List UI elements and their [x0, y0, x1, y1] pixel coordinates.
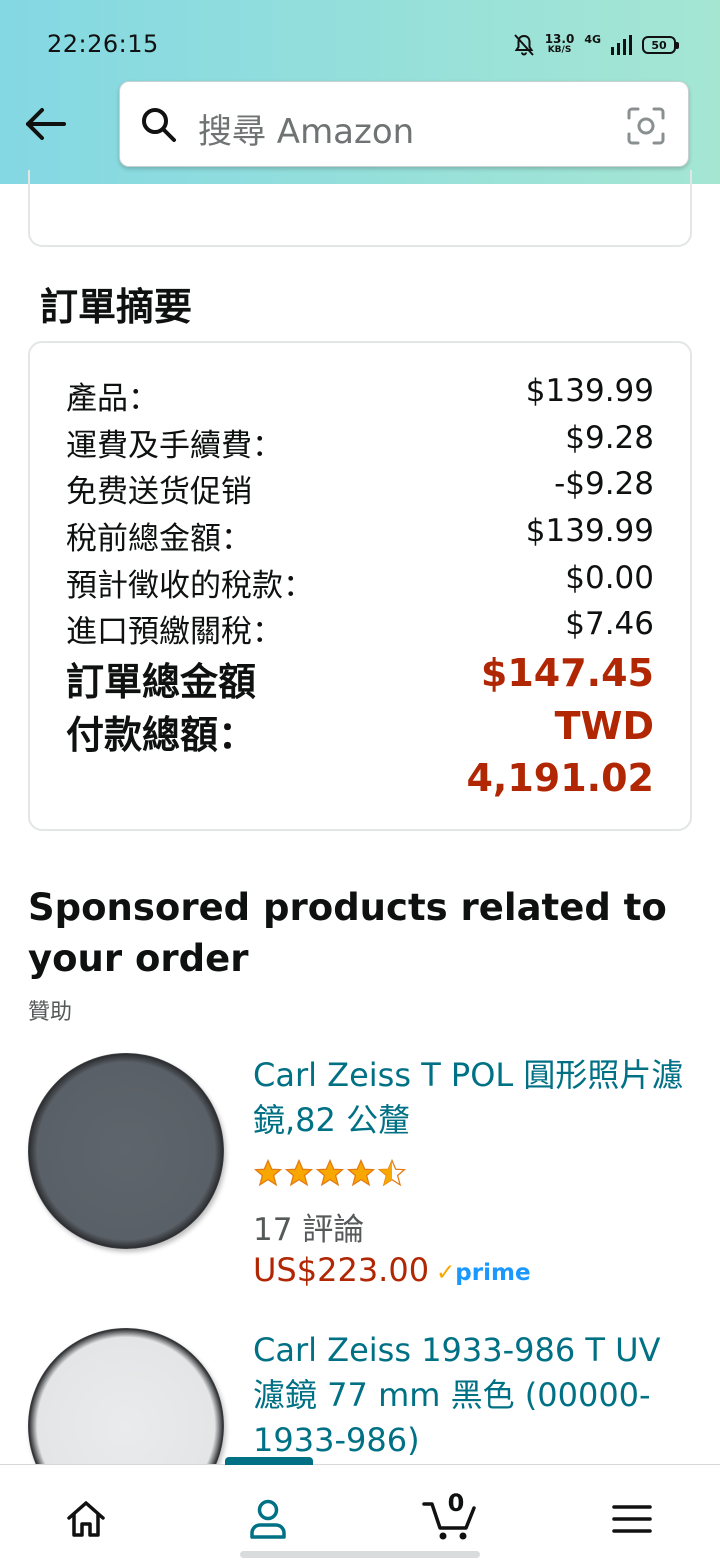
- camera-scan-icon[interactable]: [626, 106, 666, 146]
- order-summary-card: 產品： $139.99 運費及手續費： $9.28 免费送货促销 -$9.28 稅前總…: [28, 341, 692, 831]
- summary-row-items: 產品： $139.99: [66, 373, 654, 417]
- search-input[interactable]: 搜尋 Amazon: [119, 81, 689, 167]
- product-title-link[interactable]: Carl Zeiss T POL 圓形照片濾鏡,82 公釐: [253, 1053, 698, 1143]
- search-placeholder: 搜尋 Amazon: [198, 112, 415, 152]
- gesture-bar: [240, 1551, 480, 1558]
- nav-home[interactable]: [56, 1489, 116, 1549]
- prime-check-icon: ✓: [436, 1260, 456, 1286]
- status-time: 22:26:15: [47, 30, 159, 58]
- star-icon: [315, 1158, 345, 1187]
- nav-menu[interactable]: [602, 1489, 662, 1549]
- network-type: 4G: [584, 32, 601, 46]
- network-speed: 13.0 KB/S: [544, 32, 575, 55]
- home-icon: [67, 1501, 105, 1537]
- star-rating: [253, 1158, 407, 1188]
- sponsored-label: 贊助: [28, 1000, 73, 1025]
- summary-row-order-total: 訂單總金額 $147.45: [66, 651, 654, 704]
- search-icon: [142, 108, 176, 142]
- star-icon: [284, 1158, 314, 1187]
- product-title-link[interactable]: Carl Zeiss 1933-986 T UV 濾鏡 77 mm 黑色 (00…: [253, 1328, 698, 1463]
- prime-badge: ✓prime: [436, 1260, 531, 1286]
- summary-row-pretax: 稅前總金額： $139.99: [66, 513, 654, 557]
- bell-muted-icon: [513, 34, 534, 56]
- product-price: US$223.00: [253, 1251, 430, 1289]
- product-image[interactable]: [28, 1053, 224, 1249]
- signal-icon: [611, 35, 632, 55]
- menu-icon: [612, 1505, 652, 1533]
- cart-count-badge: 0: [447, 1489, 465, 1517]
- battery-icon: 50: [642, 36, 679, 54]
- payment-total-amount: 4,191.02: [466, 756, 654, 800]
- summary-row-import-duty: 進口預繳關稅： $7.46: [66, 606, 654, 650]
- app-header: 22:26:15 13.0 KB/S 4G 50 搜尋 Amazon: [0, 0, 720, 184]
- sponsored-title: Sponsored products related to your order: [28, 886, 667, 980]
- status-icons: 13.0 KB/S 4G 50: [513, 28, 679, 62]
- star-half-icon: [377, 1158, 407, 1187]
- user-icon: [250, 1499, 286, 1539]
- review-count[interactable]: 17 評論: [253, 1204, 364, 1249]
- order-summary-title: 訂單摘要: [40, 285, 193, 329]
- star-icon: [253, 1158, 283, 1187]
- back-arrow-icon[interactable]: [22, 104, 68, 144]
- summary-row-payment-total: 付款總額： TWD: [66, 704, 654, 757]
- previous-card: [28, 170, 692, 247]
- bottom-nav: [0, 1457, 720, 1560]
- star-icon: [346, 1158, 376, 1187]
- summary-row-shipping: 運費及手續費： $9.28: [66, 420, 654, 464]
- summary-row-tax: 預計徵收的稅款： $0.00: [66, 560, 654, 604]
- summary-row-free-shipping: 免费送货促销 -$9.28: [66, 466, 654, 510]
- active-tab-indicator: [225, 1457, 313, 1465]
- nav-account[interactable]: [238, 1489, 298, 1549]
